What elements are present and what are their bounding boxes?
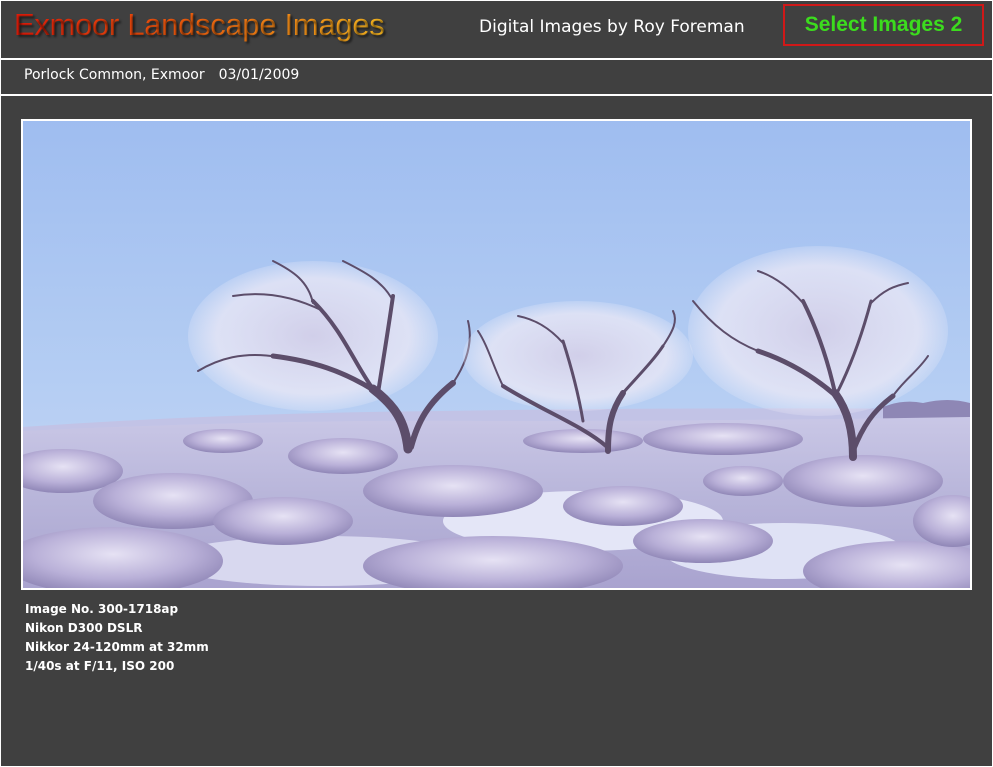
photo-caption: Porlock Common, Exmoor 03/01/2009 (24, 67, 299, 83)
caption-divider (1, 94, 992, 96)
header-divider (1, 58, 992, 60)
image-details: Image No. 300-1718ap Nikon D300 DSLR Nik… (25, 600, 209, 676)
camera-model: Nikon D300 DSLR (25, 621, 143, 635)
landscape-photo[interactable] (21, 119, 972, 590)
photo-date: 03/01/2009 (218, 67, 300, 83)
site-tagline: Digital Images by Roy Foreman (479, 17, 745, 37)
image-number: Image No. 300-1718ap (25, 602, 179, 616)
frosty-trees-image (23, 121, 970, 588)
select-images-button[interactable]: Select Images 2 (783, 4, 984, 46)
site-title[interactable]: Exmoor Landscape Images (14, 7, 385, 43)
page: Exmoor Landscape Images Digital Images b… (0, 0, 993, 767)
lens-details: Nikkor 24-120mm at 32mm (25, 640, 209, 654)
photo-location: Porlock Common, Exmoor (24, 67, 205, 83)
exposure-settings: 1/40s at F/11, ISO 200 (25, 659, 175, 673)
